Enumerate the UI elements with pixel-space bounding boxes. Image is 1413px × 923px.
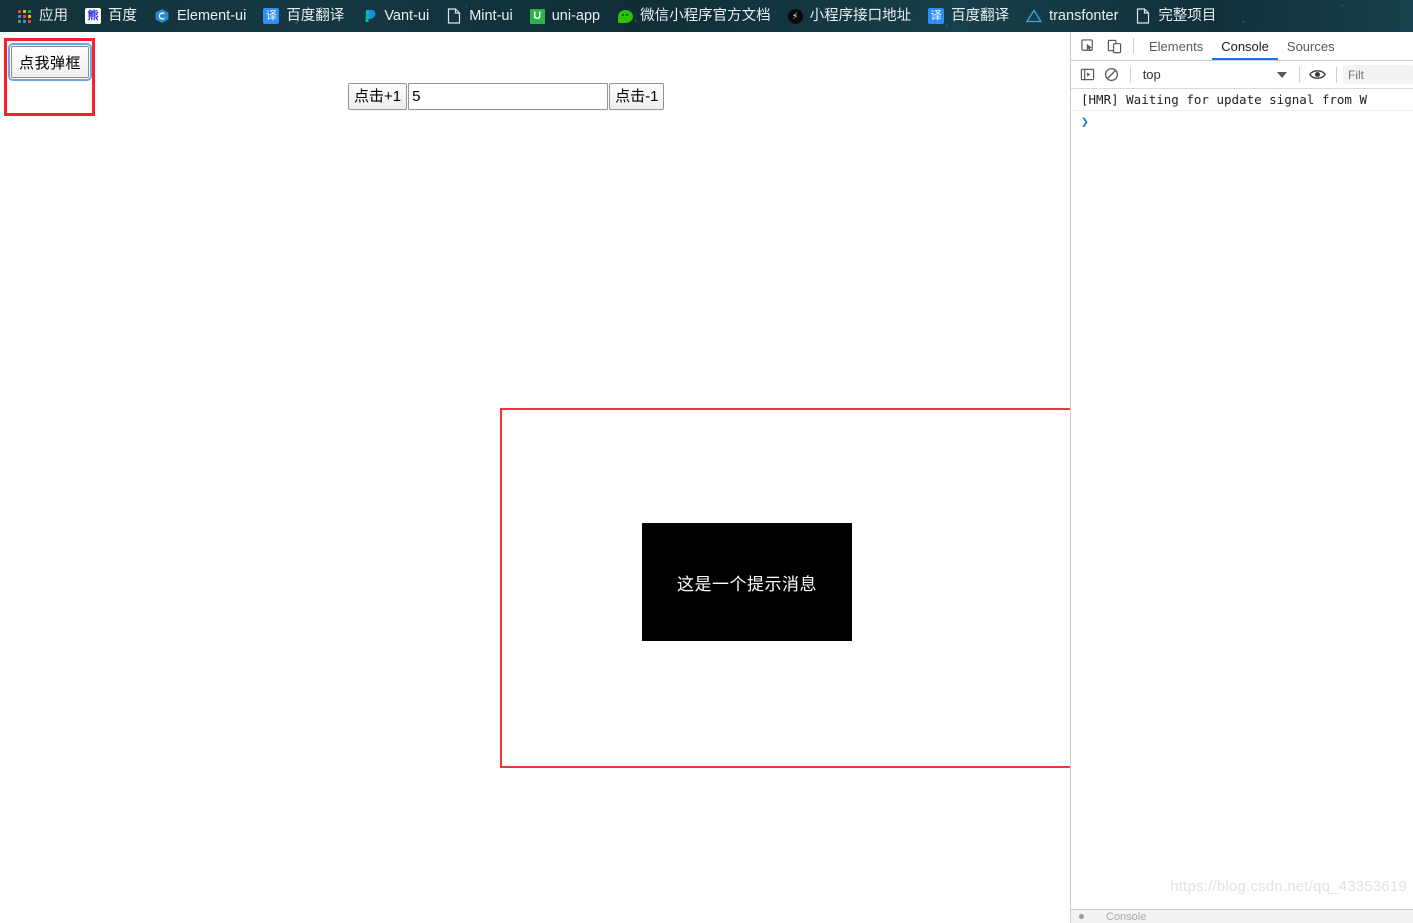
console-filter-input[interactable]: [1342, 65, 1413, 84]
bookmark-label: 百度翻译: [286, 7, 345, 24]
bookmark-item-transfonter[interactable]: transfonter: [1020, 4, 1124, 28]
counter-input[interactable]: [408, 83, 609, 110]
document-icon: [1135, 8, 1151, 24]
bookmark-item-full-project[interactable]: 完整项目: [1129, 4, 1222, 28]
drawer-tab-label: Console: [1106, 910, 1147, 923]
devtools-tab-bar: Elements Console Sources: [1071, 32, 1413, 61]
bookmark-item-miniprogram-api[interactable]: ⚡ 小程序接口地址: [782, 4, 918, 28]
bookmark-label: 百度: [108, 7, 137, 24]
bookmark-item-uni-app[interactable]: U uni-app: [524, 4, 606, 28]
baidu-icon: 熊: [85, 8, 101, 24]
toast-message-text: 这是一个提示消息: [677, 574, 817, 594]
bookmark-item-element-ui[interactable]: Element-ui: [148, 4, 252, 28]
wechat-icon: [617, 8, 633, 24]
bookmark-item-vant-ui[interactable]: Vant-ui: [355, 4, 435, 28]
drawer-dot-icon: [1079, 914, 1084, 919]
translate-icon: 译: [928, 8, 945, 24]
bookmark-item-apps[interactable]: 应用: [10, 4, 74, 28]
bookmark-label: transfonter: [1049, 7, 1119, 24]
vant-ui-icon: [361, 8, 377, 24]
bookmark-label: uni-app: [551, 7, 601, 24]
clear-console-icon[interactable]: [1099, 63, 1123, 87]
bookmark-label: Mint-ui: [469, 7, 513, 24]
miniprogram-icon: ⚡: [787, 8, 803, 24]
bookmark-label: Element-ui: [177, 7, 247, 24]
element-ui-icon: [154, 8, 170, 24]
toast-message-box: 这是一个提示消息: [642, 523, 852, 641]
console-message-row: [HMR] Waiting for update signal from W: [1071, 89, 1413, 111]
page-viewport: 点我弹框 点击+1 点击-1 这是一个提示消息: [0, 32, 1070, 923]
execution-context-select[interactable]: top: [1137, 67, 1293, 82]
prompt-arrow-icon: ❯: [1081, 115, 1089, 130]
bookmark-item-baidu-translate-2[interactable]: 译 百度翻译: [922, 4, 1015, 28]
bookmark-label: Vant-ui: [384, 7, 430, 24]
dialog-panel: 这是一个提示消息: [500, 408, 1070, 768]
bookmark-label: 微信小程序官方文档: [640, 7, 771, 24]
triangle-icon: [1026, 8, 1043, 24]
device-toolbar-icon[interactable]: [1101, 34, 1127, 58]
show-popup-button[interactable]: 点我弹框: [8, 43, 92, 81]
tab-console[interactable]: Console: [1212, 32, 1278, 60]
uni-app-icon: U: [529, 8, 545, 24]
bookmarks-bar: 应用 熊 百度 Element-ui 译 百度翻译 Vant-ui Mint-u…: [0, 0, 1413, 32]
decrement-button[interactable]: 点击-1: [609, 83, 665, 110]
console-message-list: [HMR] Waiting for update signal from W ❯: [1071, 89, 1413, 134]
tab-sources[interactable]: Sources: [1278, 32, 1344, 60]
devtools-panel: Elements Console Sources top Filt [HMR] …: [1070, 32, 1413, 923]
filter-divider-1: [1129, 66, 1131, 83]
console-filter-bar: top: [1071, 61, 1413, 89]
bookmark-item-wechat-miniprogram-docs[interactable]: 微信小程序官方文档: [611, 4, 777, 28]
filter-divider-2: [1298, 66, 1300, 83]
devtools-drawer-bar[interactable]: Console: [1071, 909, 1413, 923]
tab-elements[interactable]: Elements: [1140, 32, 1212, 60]
console-message-text: [HMR] Waiting for update signal from W: [1081, 92, 1367, 107]
chevron-down-icon: [1276, 71, 1287, 78]
apps-grid-icon: [16, 8, 32, 24]
live-expression-icon[interactable]: [1306, 63, 1330, 87]
bookmark-label: 小程序接口地址: [809, 7, 912, 24]
bookmark-item-baidu-translate-1[interactable]: 译 百度翻译: [257, 4, 350, 28]
bookmark-label: 完整项目: [1158, 7, 1217, 24]
inspect-element-icon[interactable]: [1075, 34, 1101, 58]
increment-button[interactable]: 点击+1: [348, 83, 408, 110]
execution-context-label: top: [1142, 67, 1161, 82]
document-icon: [446, 8, 462, 24]
console-sidebar-icon[interactable]: [1075, 63, 1099, 87]
bookmark-item-mint-ui[interactable]: Mint-ui: [440, 4, 519, 28]
toolbar-divider: [1133, 38, 1134, 54]
translate-icon: 译: [263, 8, 280, 24]
filter-divider-3: [1336, 66, 1337, 83]
bookmark-label: 百度翻译: [951, 7, 1010, 24]
bookmark-item-baidu[interactable]: 熊 百度: [79, 4, 143, 28]
bookmark-label: 应用: [39, 7, 68, 24]
console-input-prompt[interactable]: ❯: [1071, 111, 1413, 134]
counter-control-group: 点击+1 点击-1: [348, 83, 665, 110]
